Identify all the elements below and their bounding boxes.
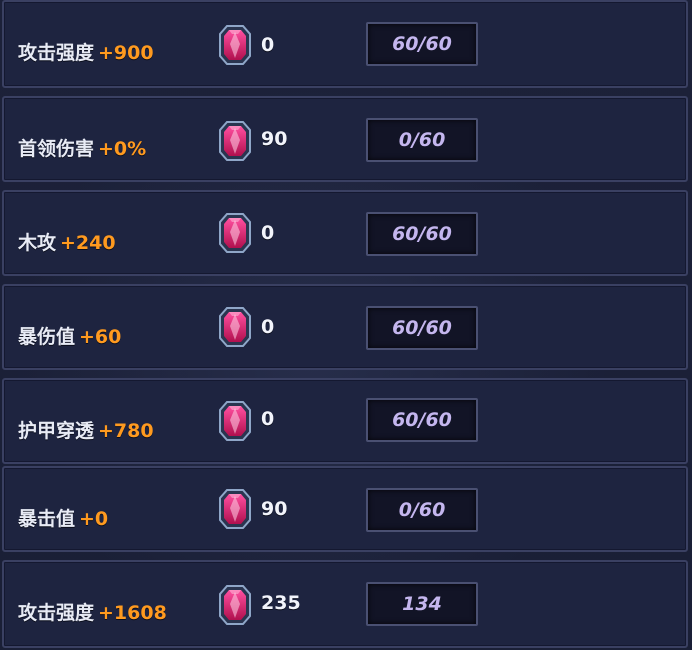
crystal-gem-icon xyxy=(219,307,251,347)
stat-row-attack[interactable]: 攻击强度 +900 0 60/60 xyxy=(2,0,688,88)
crystal-gem-icon xyxy=(219,121,251,161)
stat-name: 首领伤害 xyxy=(18,138,95,160)
level-progress-box: 134 xyxy=(366,582,478,626)
stat-bonus: +240 xyxy=(60,232,116,254)
level-progress-box: 60/60 xyxy=(366,212,478,256)
stat-label: 护甲穿透 +780 xyxy=(18,416,154,443)
level-progress-box: 60/60 xyxy=(366,22,478,66)
crystal-gem-icon xyxy=(219,489,251,529)
stat-label: 攻击强度 +900 xyxy=(18,38,154,65)
stat-row-crit-rate[interactable]: 暴击值 +0 90 0/60 xyxy=(2,466,688,552)
level-progress-box: 0/60 xyxy=(366,488,478,532)
upgrade-cost: 90 xyxy=(261,498,288,520)
stat-label: 暴伤值 +60 xyxy=(18,322,121,349)
upgrade-cost: 90 xyxy=(261,128,288,150)
stat-name: 攻击强度 xyxy=(18,602,95,624)
level-progress-box: 60/60 xyxy=(366,306,478,350)
stat-name: 攻击强度 xyxy=(18,42,95,64)
stat-row-boss-damage[interactable]: 首领伤害 +0% 90 0/60 xyxy=(2,96,688,182)
stat-label: 木攻 +240 xyxy=(18,228,116,255)
stat-label: 暴击值 +0 xyxy=(18,504,108,531)
crystal-gem-icon xyxy=(219,585,251,625)
upgrade-cost: 235 xyxy=(261,592,301,614)
crystal-gem-icon xyxy=(219,401,251,441)
stat-label: 首领伤害 +0% xyxy=(18,134,146,161)
stat-bonus: +900 xyxy=(98,42,154,64)
stat-bonus: +780 xyxy=(98,420,154,442)
stat-bonus: +0 xyxy=(79,508,109,530)
stat-label: 攻击强度 +1608 xyxy=(18,598,167,625)
crystal-gem-icon xyxy=(219,213,251,253)
level-progress-box: 0/60 xyxy=(366,118,478,162)
upgrade-cost: 0 xyxy=(261,34,275,56)
crystal-gem-icon xyxy=(219,25,251,65)
stat-name: 护甲穿透 xyxy=(18,420,95,442)
stat-row-wood-attack[interactable]: 木攻 +240 0 60/60 xyxy=(2,190,688,276)
stat-row-attack-2[interactable]: 攻击强度 +1608 235 134 xyxy=(2,560,688,648)
upgrade-cost: 0 xyxy=(261,222,275,244)
stat-name: 木攻 xyxy=(18,232,57,254)
upgrade-cost: 0 xyxy=(261,408,275,430)
level-progress-box: 60/60 xyxy=(366,398,478,442)
stat-bonus: +60 xyxy=(79,326,122,348)
stat-name: 暴伤值 xyxy=(18,326,76,348)
stat-bonus: +0% xyxy=(98,138,147,160)
stat-row-crit-damage[interactable]: 暴伤值 +60 0 60/60 xyxy=(2,284,688,370)
stat-bonus: +1608 xyxy=(98,602,167,624)
stat-row-armor-penetration[interactable]: 护甲穿透 +780 0 60/60 xyxy=(2,378,688,464)
upgrade-cost: 0 xyxy=(261,316,275,338)
stat-name: 暴击值 xyxy=(18,508,76,530)
